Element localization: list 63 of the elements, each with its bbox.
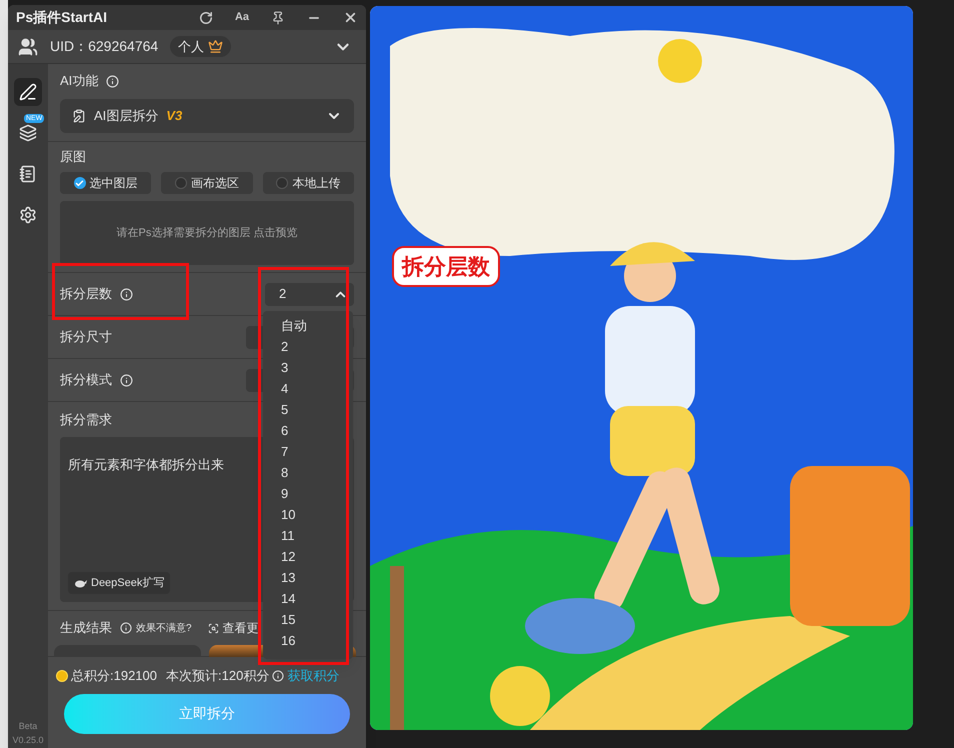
estimated-points: 本次预计:120积分 bbox=[166, 667, 270, 685]
dropdown-option[interactable]: 13 bbox=[263, 566, 353, 588]
feedback-link[interactable]: 效果不满意? bbox=[136, 620, 192, 636]
font-size-button[interactable]: Aa bbox=[234, 9, 249, 26]
uid-text: UID：629264764 bbox=[50, 37, 158, 56]
source-option[interactable]: 选中图层 bbox=[60, 172, 152, 194]
scan-icon bbox=[208, 622, 219, 634]
dropdown-option[interactable]: 10 bbox=[263, 504, 353, 524]
version-text: V0.25.0 bbox=[12, 734, 44, 747]
more-link[interactable]: 查看更 bbox=[222, 619, 259, 637]
dropdown-option[interactable]: 12 bbox=[263, 546, 353, 566]
refresh-icon[interactable] bbox=[198, 10, 213, 24]
setting-label: 拆分模式 bbox=[60, 371, 112, 390]
get-points-link[interactable]: 获取积分 bbox=[287, 666, 340, 686]
function-select[interactable]: AI图层拆分 V3 bbox=[60, 99, 354, 133]
dropdown-option[interactable]: 自动 bbox=[263, 314, 353, 336]
sidebar-tab[interactable] bbox=[14, 78, 42, 106]
dropdown-option[interactable]: 5 bbox=[263, 398, 353, 420]
info-icon[interactable] bbox=[120, 374, 133, 386]
total-points: 总积分:192100 bbox=[71, 667, 157, 685]
users-icon bbox=[18, 36, 38, 56]
notebook-icon bbox=[19, 165, 37, 183]
pin-icon[interactable] bbox=[271, 10, 285, 24]
requirement-text: 所有元素和字体都拆分出来 bbox=[68, 456, 224, 474]
function-value: AI图层拆分 bbox=[94, 107, 158, 126]
clipboard-icon bbox=[72, 109, 86, 123]
info-icon[interactable] bbox=[106, 74, 120, 88]
section-label: 生成结果 bbox=[60, 619, 112, 638]
dropdown-option[interactable]: 11 bbox=[263, 524, 353, 546]
version-text: Beta bbox=[18, 720, 38, 733]
select-value: 2 bbox=[279, 285, 286, 304]
dropdown-option[interactable]: 4 bbox=[263, 378, 353, 398]
dropdown-option[interactable]: 8 bbox=[263, 462, 353, 482]
preview-area[interactable]: 请在Ps选择需要拆分的图层 点击预览 bbox=[60, 201, 354, 265]
setting-label: 拆分层数 bbox=[60, 285, 112, 304]
settings-icon bbox=[19, 206, 37, 224]
info-icon[interactable] bbox=[120, 622, 132, 634]
section-label: 原图 bbox=[60, 148, 86, 166]
setting-select[interactable]: 2 bbox=[265, 282, 354, 306]
coin-icon bbox=[56, 670, 68, 682]
info-icon[interactable] bbox=[120, 288, 133, 300]
preview-hint: 请在Ps选择需要拆分的图层 点击预览 bbox=[116, 226, 298, 241]
crown-icon bbox=[208, 39, 224, 54]
plan-badge: 个人 bbox=[170, 36, 232, 58]
section-label: AI功能 bbox=[60, 72, 98, 90]
dropdown-option[interactable]: 9 bbox=[263, 482, 353, 504]
dropdown-option[interactable]: 7 bbox=[263, 440, 353, 462]
section-label: 拆分需求 bbox=[60, 411, 112, 429]
pen-icon bbox=[19, 83, 37, 101]
annotation-label: 拆分层数 bbox=[392, 246, 500, 287]
dropdown-option[interactable]: 16 bbox=[263, 630, 353, 650]
source-option[interactable]: 画布选区 bbox=[161, 172, 253, 194]
close-icon[interactable] bbox=[343, 10, 358, 25]
deepseek-button[interactable]: DeepSeek扩写 bbox=[68, 572, 170, 594]
dropdown-option[interactable]: 15 bbox=[263, 608, 353, 630]
window-title: Ps插件StartAI bbox=[16, 8, 108, 27]
source-option[interactable]: 本地上传 bbox=[262, 172, 354, 194]
info-icon[interactable] bbox=[272, 670, 284, 682]
dropdown-option[interactable]: 2 bbox=[263, 336, 353, 356]
version-tag: V3 bbox=[166, 106, 182, 126]
layers-icon bbox=[19, 124, 37, 142]
setting-label: 拆分尺寸 bbox=[60, 328, 112, 346]
dropdown-option[interactable]: 3 bbox=[263, 356, 353, 378]
